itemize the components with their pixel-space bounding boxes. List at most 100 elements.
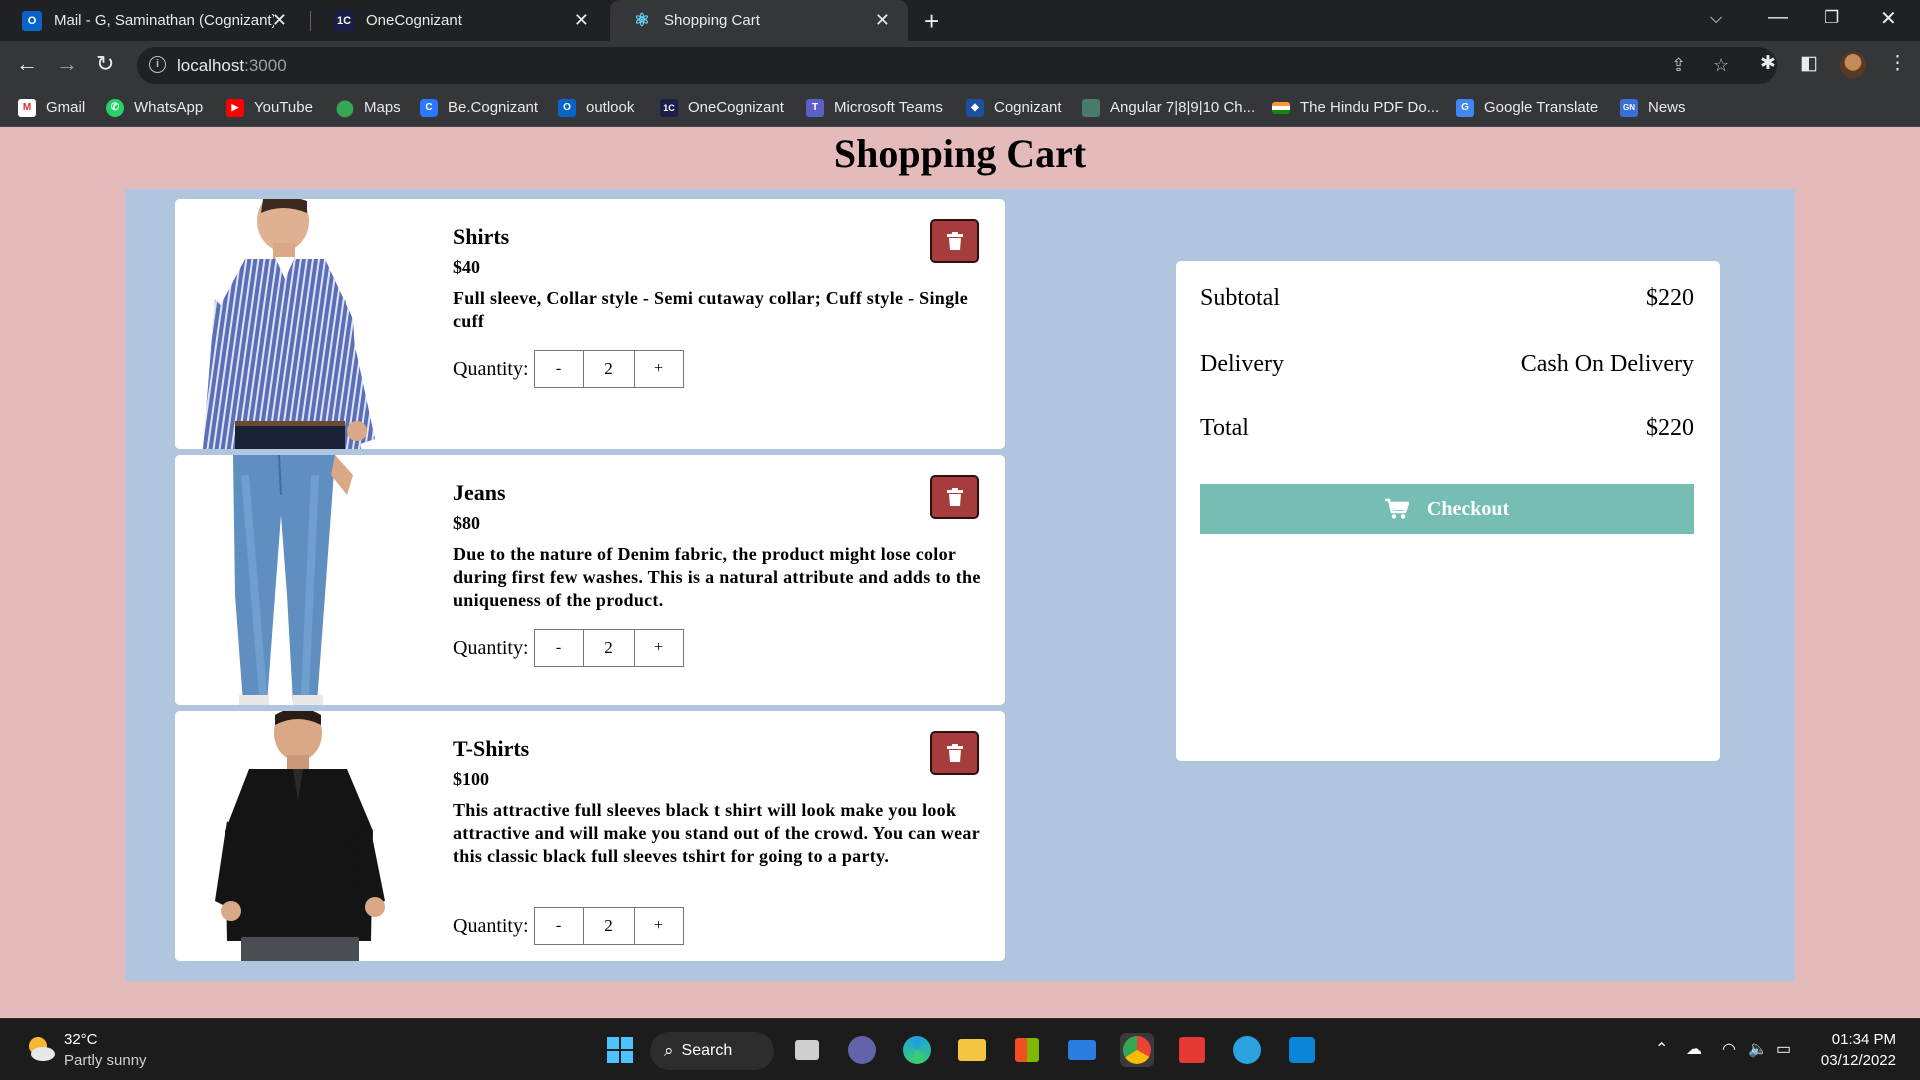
bookmark-news[interactable]: GN News [1620,89,1686,126]
checkout-label: Checkout [1426,497,1510,520]
delete-item-button[interactable] [930,475,979,519]
edge-icon [903,1036,931,1064]
becognizant-icon: C [420,98,438,117]
system-clock[interactable]: 01:34 PM 03/12/2022 [1821,1029,1896,1071]
increase-quantity-button[interactable]: + [633,629,684,667]
bookmark-translate[interactable]: G Google Translate [1456,89,1598,126]
minimize-icon[interactable]: — [1768,6,1788,29]
quantity-label: Quantity: [453,914,529,937]
task-view-icon [795,1040,819,1060]
battery-icon[interactable]: ▭ [1776,1039,1791,1059]
close-window-icon[interactable]: ✕ [1880,6,1897,31]
quantity-value[interactable]: 2 [583,907,634,945]
decrease-quantity-button[interactable]: - [533,629,584,667]
subtotal-value: $220 [1646,285,1694,311]
delete-item-button[interactable] [930,731,979,775]
gift-app-button[interactable] [1175,1033,1209,1067]
vscode-button[interactable] [1285,1033,1319,1067]
share-icon[interactable]: ⇪ [1671,55,1686,76]
bookmark-youtube[interactable]: ▶ YouTube [226,89,313,126]
bookmark-outlook[interactable]: Ooutlook [558,89,634,126]
menu-icon[interactable]: ⋮ [1888,52,1907,75]
bookmark-angular[interactable]: Angular 7|8|9|10 Ch... [1082,89,1255,126]
restore-icon[interactable]: ❐ [1824,8,1839,28]
chrome-button[interactable] [1120,1033,1154,1067]
bookmark-gmail[interactable]: M Gmail [18,89,85,126]
item-price: $100 [453,769,489,789]
forward-icon[interactable]: → [56,51,78,77]
side-panel-icon[interactable]: ◧ [1800,52,1818,75]
taskbar-search[interactable]: ⌕ Search [650,1032,774,1070]
bookmark-hindu[interactable]: The Hindu PDF Do... [1272,89,1439,126]
tab-mail[interactable]: O Mail - G, Saminathan (Cognizant) ✕ [0,0,305,41]
react-icon: ⚛ [633,10,651,30]
jeans-image [175,455,435,705]
bookmark-label: Google Translate [1484,99,1599,116]
quantity-value[interactable]: 2 [583,350,634,388]
back-icon[interactable]: ← [16,51,38,77]
file-explorer-button[interactable] [955,1033,989,1067]
cart-item-jeans: Jeans $80 Due to the nature of Denim fab… [175,455,1005,705]
close-tab-icon[interactable]: ✕ [272,10,287,31]
delete-item-button[interactable] [930,219,979,263]
address-bar[interactable]: i localhost:3000 ⇪ ☆ [137,47,1777,84]
extensions-icon[interactable]: ✱ [1760,52,1776,75]
bookmark-whatsapp[interactable]: ✆ WhatsApp [106,89,203,126]
quantity-label: Quantity: [453,357,529,380]
bookmark-label: Angular 7|8|9|10 Ch... [1110,99,1256,116]
tab-shopping-cart[interactable]: ⚛ Shopping Cart ✕ [610,0,908,41]
start-button[interactable] [603,1033,637,1067]
chat-button[interactable] [845,1033,879,1067]
bookmark-label: Gmail [46,99,86,116]
quantity-label: Quantity: [453,636,529,659]
store-button[interactable] [1010,1033,1044,1067]
close-tab-icon[interactable]: ✕ [574,10,589,31]
volume-icon[interactable]: 🔈 [1748,1039,1768,1059]
tab-onecognizant[interactable]: 1C OneCognizant ✕ [312,0,607,41]
tab-search-chevron-icon[interactable]: ⌵ [1710,10,1722,28]
bookmark-label: The Hindu PDF Do... [1300,99,1440,116]
quantity-control: Quantity: - 2 + [453,907,684,945]
delivery-value: Cash On Delivery [1520,351,1694,377]
bookmark-cognizant[interactable]: ◆ Cognizant [966,89,1062,126]
bookmark-onecognizant[interactable]: 1C OneCognizant [660,89,784,126]
trash-icon [946,488,963,506]
decrease-quantity-button[interactable]: - [533,907,584,945]
tab-title: OneCognizant [366,12,462,29]
teams-icon: T [806,98,824,117]
bookmark-label: WhatsApp [134,99,204,116]
weather-temperature[interactable]: 32°C [64,1031,98,1048]
cognizant-icon: ◆ [966,98,984,117]
gmail-icon: M [18,98,36,117]
tab-separator [310,11,311,31]
total-label: Total [1200,415,1249,441]
onedrive-icon[interactable]: ☁ [1686,1039,1702,1059]
bookmark-star-icon[interactable]: ☆ [1713,55,1729,76]
reload-icon[interactable]: ↻ [96,51,114,77]
telegram-button[interactable] [1230,1033,1264,1067]
profile-avatar[interactable] [1840,52,1866,78]
decrease-quantity-button[interactable]: - [533,350,584,388]
wifi-icon[interactable]: ◠ [1722,1039,1736,1059]
increase-quantity-button[interactable]: + [633,907,684,945]
increase-quantity-button[interactable]: + [633,350,684,388]
url-host: localhost [177,56,245,75]
mail-button[interactable] [1065,1033,1099,1067]
edge-button[interactable] [900,1033,934,1067]
url-text: localhost:3000 [177,56,287,76]
bookmark-teams[interactable]: T Microsoft Teams [806,89,943,126]
tab-title: Mail - G, Saminathan (Cognizant) [54,12,274,29]
show-hidden-icons-chevron[interactable]: ⌃ [1655,1039,1668,1059]
bookmark-becognizant[interactable]: C Be.Cognizant [420,89,538,126]
url-port: :3000 [244,56,287,75]
quantity-value[interactable]: 2 [583,629,634,667]
weather-condition[interactable]: Partly sunny [64,1052,147,1069]
site-info-icon[interactable]: i [149,56,166,73]
order-summary: Subtotal $220 Delivery Cash On Delivery … [1176,261,1720,761]
bookmark-maps[interactable]: ⬤ Maps [336,89,401,126]
close-tab-icon[interactable]: ✕ [875,10,890,31]
task-view-button[interactable] [790,1033,824,1067]
checkout-button[interactable]: Checkout [1200,484,1694,534]
new-tab-icon[interactable]: + [924,6,939,37]
trash-icon [946,232,963,250]
